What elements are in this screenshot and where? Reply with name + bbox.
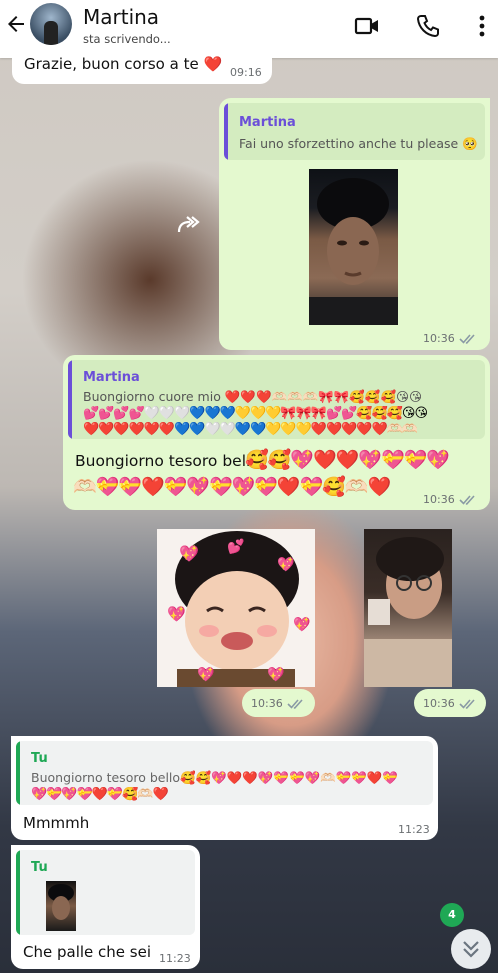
message-bubble-outgoing[interactable]: Martina Buongiorno cuore mio ❤️❤️❤️🫶🏻🫶🏻🫶… — [63, 355, 490, 510]
message-time: 11:23 — [159, 952, 191, 965]
quoted-sender: Martina — [239, 115, 296, 130]
svg-text:💕: 💕 — [227, 538, 244, 555]
quoted-sender: Martina — [83, 370, 140, 385]
message-time: 10:36 — [423, 493, 455, 506]
quoted-text-line: 💖💝💖💝❤️💝🥰🫶🏻❤️ — [31, 787, 169, 802]
double-check-icon — [459, 495, 475, 506]
svg-text:💖: 💖 — [293, 616, 311, 633]
message-bubble-incoming[interactable]: Tu Buongiorno tesoro bello🥰🥰💖❤️❤️💖💝💝💖🫶🏻💝… — [11, 736, 438, 840]
typing-status: sta scrivendo... — [83, 32, 171, 46]
forward-icon[interactable] — [173, 210, 203, 240]
unread-count-badge: 4 — [440, 903, 464, 927]
message-meta: 10:36 — [414, 689, 486, 717]
back-arrow-icon[interactable] — [4, 12, 28, 36]
more-vert-icon[interactable] — [468, 12, 496, 40]
contact-name[interactable]: Martina — [83, 5, 159, 29]
quoted-text: Fai uno sforzettino anche tu please 🥺 — [239, 136, 478, 151]
phone-icon[interactable] — [414, 12, 442, 40]
quoted-text-line: 💕💕💕💕🤍🤍🤍💙💙💙💛💛💛🎀🎀🎀💕💕🥰🥰🥰😘😘 — [83, 406, 428, 421]
svg-text:💖: 💖 — [197, 666, 215, 683]
message-bubble-incoming[interactable]: Grazie, buon corso a te ❤️ 09:16 — [12, 46, 272, 84]
quoted-sender: Tu — [31, 860, 48, 875]
quoted-message[interactable]: Tu Buongiorno tesoro bello🥰🥰💖❤️❤️💖💝💝💖🫶🏻💝… — [16, 741, 433, 805]
quoted-photo-thumbnail — [46, 881, 76, 931]
video-call-icon[interactable] — [353, 12, 381, 40]
message-meta: 10:36 — [242, 689, 315, 717]
quoted-text-line: Buongiorno tesoro bello🥰🥰💖❤️❤️💖💝💝💖🫶🏻💝💝❤️… — [31, 770, 398, 785]
message-emoji: 🥰🥰💖❤️❤️💖💝💝💖 — [245, 449, 450, 471]
message-time: 10:36 — [251, 697, 283, 710]
svg-text:💖: 💖 — [167, 605, 186, 623]
message-text: Grazie, buon corso a te ❤️ — [24, 55, 223, 73]
svg-text:💖: 💖 — [267, 666, 285, 683]
svg-text:💖: 💖 — [179, 544, 199, 563]
photo-thumbnail[interactable] — [309, 169, 398, 325]
message-text: Buongiorno tesoro bello — [75, 452, 260, 470]
svg-text:💖: 💖 — [277, 556, 295, 573]
sticker-image[interactable]: 💖 💖 💖 💖 💖 💖 💕 — [157, 529, 315, 687]
photo-thumbnail[interactable] — [364, 529, 452, 687]
contact-avatar[interactable] — [30, 3, 72, 45]
message-time: 10:36 — [423, 697, 455, 710]
scroll-down-icon — [463, 941, 479, 958]
scroll-to-bottom-button[interactable] — [451, 929, 491, 969]
double-check-icon — [287, 699, 303, 710]
quoted-text-line: Buongiorno cuore mio ❤️❤️❤️🫶🏻🫶🏻🫶🏻🎀🎀🥰🥰🥰😘😘 — [83, 389, 423, 404]
message-emoji: 🫶🏻💝💝❤️💝💖💝💖💝❤️💝🥰🫶🏻❤️ — [73, 476, 391, 498]
message-bubble-incoming[interactable]: Tu Che palle che sei 11:23 — [11, 845, 200, 969]
message-text: Che palle che sei — [23, 943, 151, 961]
quoted-text-line: ❤️❤️❤️❤️❤️❤️💙💙🤍🤍💙💙💛💛💛❤️❤️❤️❤️❤️🫶🏻🫶🏻 — [83, 422, 418, 437]
message-time: 10:36 — [423, 332, 455, 345]
message-text: Mmmmh — [23, 814, 90, 832]
double-check-icon — [459, 699, 475, 710]
quoted-sender: Tu — [31, 751, 48, 766]
message-bubble-outgoing[interactable]: Martina Fai uno sforzettino anche tu ple… — [219, 98, 490, 350]
quoted-message[interactable]: Martina Fai uno sforzettino anche tu ple… — [224, 103, 485, 160]
quoted-message[interactable]: Tu — [16, 850, 195, 935]
quoted-message[interactable]: Martina Buongiorno cuore mio ❤️❤️❤️🫶🏻🫶🏻🫶… — [68, 360, 485, 439]
message-time: 09:16 — [230, 66, 262, 79]
message-time: 11:23 — [398, 823, 430, 836]
double-check-icon — [459, 334, 475, 345]
